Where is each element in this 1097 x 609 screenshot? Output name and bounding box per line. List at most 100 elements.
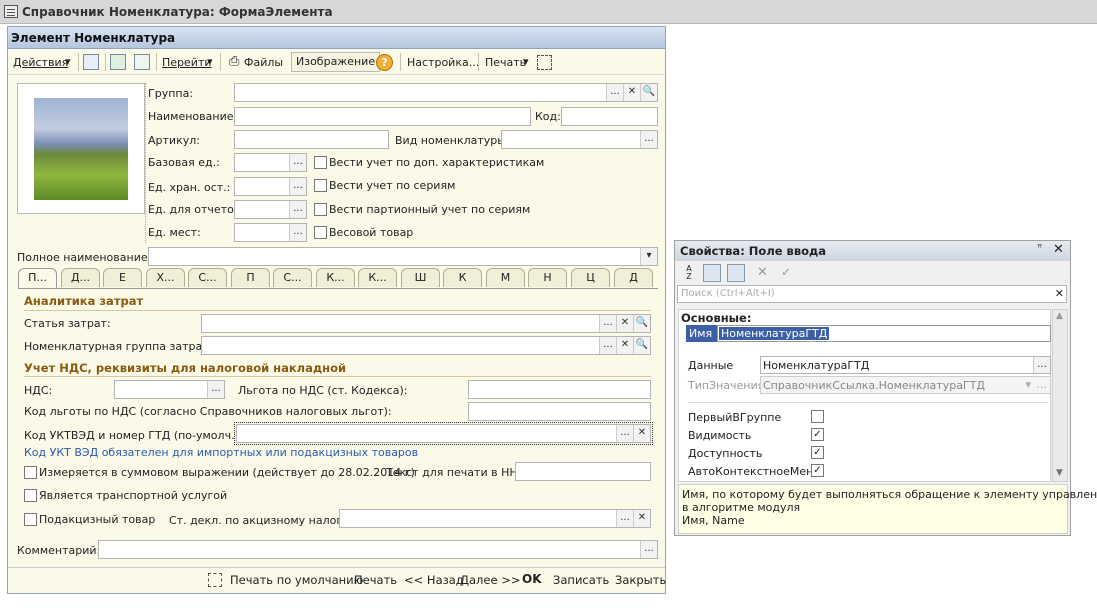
- select-button[interactable]: ...: [640, 541, 657, 558]
- clear-icon[interactable]: ✕: [633, 425, 650, 442]
- copy-icon[interactable]: [134, 54, 150, 70]
- item-image-frame[interactable]: [17, 83, 145, 214]
- back-button[interactable]: << Назад: [404, 573, 464, 587]
- series-checkbox[interactable]: [314, 179, 327, 192]
- tab-15[interactable]: Д: [614, 268, 653, 287]
- delete-icon[interactable]: ✕: [757, 265, 768, 280]
- select-button[interactable]: ...: [599, 315, 616, 332]
- tab-1[interactable]: П...: [18, 268, 57, 289]
- sort-az-icon[interactable]: AZ: [681, 265, 697, 281]
- select-button[interactable]: ...: [289, 201, 306, 218]
- vat-benefit-input[interactable]: [468, 380, 651, 399]
- search-icon[interactable]: 🔍: [633, 337, 650, 354]
- print-button[interactable]: Печать: [354, 573, 397, 587]
- goto-menu[interactable]: Перейти: [162, 56, 212, 69]
- full-name-input[interactable]: ▾: [148, 247, 658, 266]
- prop-data-input[interactable]: НоменклатураГТД ...: [760, 356, 1051, 374]
- vat-benefit-code-input[interactable]: [468, 402, 651, 421]
- pin-icon[interactable]: ꟸ: [1037, 244, 1042, 254]
- help-icon[interactable]: ?: [376, 54, 393, 71]
- transport-checkbox[interactable]: [24, 489, 37, 502]
- tab-14[interactable]: Ц: [571, 268, 610, 287]
- group-main[interactable]: Основные:: [681, 311, 751, 325]
- search-icon[interactable]: 🔍: [640, 84, 657, 101]
- prop-first-in-group-checkbox[interactable]: [811, 410, 824, 423]
- select-button[interactable]: ...: [289, 154, 306, 171]
- batch-series-checkbox[interactable]: [314, 203, 327, 216]
- code-input[interactable]: [561, 107, 658, 126]
- scroll-up-icon[interactable]: ▲: [1056, 311, 1063, 321]
- settings-button[interactable]: Настройка...: [407, 56, 479, 69]
- extra-chars-checkbox[interactable]: [314, 156, 327, 169]
- search-icon[interactable]: 🔍: [633, 315, 650, 332]
- select-button[interactable]: ...: [616, 510, 633, 527]
- select-button[interactable]: ...: [640, 131, 657, 148]
- files-button[interactable]: Файлы: [244, 56, 283, 69]
- select-button[interactable]: ...: [207, 381, 224, 398]
- tab-10[interactable]: Ш: [401, 268, 440, 287]
- default-print-button[interactable]: Печать по умолчанию: [230, 573, 363, 587]
- sum-measure-checkbox[interactable]: [24, 466, 37, 479]
- article-input[interactable]: [234, 130, 389, 149]
- storage-unit-input[interactable]: ...: [234, 177, 307, 196]
- select-button[interactable]: ...: [289, 224, 306, 241]
- excise-decl-input[interactable]: ... ✕: [339, 509, 651, 528]
- image-button[interactable]: Изображение: [291, 52, 381, 72]
- cost-item-input[interactable]: ... ✕ 🔍: [201, 314, 651, 333]
- tab-7[interactable]: С...: [273, 268, 312, 287]
- select-button[interactable]: ...: [616, 425, 633, 442]
- refresh-icon[interactable]: [110, 54, 126, 70]
- actions-menu[interactable]: Действия: [13, 56, 68, 69]
- apply-icon[interactable]: ✓: [781, 265, 791, 279]
- tab-2[interactable]: Д...: [61, 268, 100, 287]
- excise-checkbox[interactable]: [24, 513, 37, 526]
- prop-name-input[interactable]: НоменклатураГТД: [717, 325, 1051, 342]
- clear-search-icon[interactable]: ✕: [1055, 287, 1064, 300]
- tab-12[interactable]: М: [486, 268, 525, 287]
- ok-button[interactable]: OK: [522, 572, 542, 586]
- filter-icon[interactable]: [727, 264, 745, 282]
- properties-scrollbar[interactable]: ▲ ▼: [1052, 309, 1068, 482]
- cost-group-input[interactable]: ... ✕ 🔍: [201, 336, 651, 355]
- tab-5[interactable]: С...: [188, 268, 227, 287]
- kind-input[interactable]: ...: [501, 130, 658, 149]
- print-menu[interactable]: Печать: [485, 56, 526, 69]
- prop-visible-checkbox[interactable]: ✓: [811, 428, 824, 441]
- tab-8[interactable]: К...: [316, 268, 355, 287]
- comment-input[interactable]: ...: [98, 540, 658, 559]
- save-to-icon[interactable]: [83, 54, 99, 70]
- scroll-down-icon[interactable]: ▼: [1056, 468, 1063, 478]
- tab-13[interactable]: Н: [528, 268, 567, 287]
- tab-4[interactable]: Х...: [146, 268, 185, 287]
- next-button[interactable]: Далее >>: [460, 573, 520, 587]
- base-unit-input[interactable]: ...: [234, 153, 307, 172]
- report-unit-input[interactable]: ...: [234, 200, 307, 219]
- tab-3[interactable]: Е: [103, 268, 142, 287]
- uktved-input[interactable]: ... ✕: [234, 422, 653, 445]
- vat-input[interactable]: ...: [114, 380, 225, 399]
- weight-checkbox[interactable]: [314, 226, 327, 239]
- clear-icon[interactable]: ✕: [616, 315, 633, 332]
- tab-6[interactable]: П: [231, 268, 270, 287]
- tab-11[interactable]: К: [443, 268, 482, 287]
- place-unit-input[interactable]: ...: [234, 223, 307, 242]
- save-button[interactable]: Записать: [553, 573, 609, 587]
- clear-icon[interactable]: ✕: [623, 84, 640, 101]
- select-button[interactable]: ...: [289, 178, 306, 195]
- close-icon[interactable]: ✕: [1053, 242, 1064, 257]
- properties-search-input[interactable]: Поиск (Ctrl+Alt+I) ✕: [677, 285, 1067, 303]
- prop-autocontext-checkbox[interactable]: ✓: [811, 464, 824, 477]
- tab-9[interactable]: К...: [358, 268, 397, 287]
- prop-enabled-checkbox[interactable]: ✓: [811, 446, 824, 459]
- group-input[interactable]: ... ✕ 🔍: [234, 83, 658, 102]
- select-button[interactable]: ...: [606, 84, 623, 101]
- name-input[interactable]: [234, 107, 531, 126]
- categorize-icon[interactable]: [703, 264, 721, 282]
- select-button[interactable]: ...: [1033, 357, 1050, 373]
- clear-icon[interactable]: ✕: [616, 337, 633, 354]
- preview-icon[interactable]: [537, 55, 552, 70]
- select-button[interactable]: ...: [599, 337, 616, 354]
- print-text-input[interactable]: [515, 462, 651, 481]
- chevron-down-icon[interactable]: ▾: [640, 248, 657, 265]
- clear-icon[interactable]: ✕: [633, 510, 650, 527]
